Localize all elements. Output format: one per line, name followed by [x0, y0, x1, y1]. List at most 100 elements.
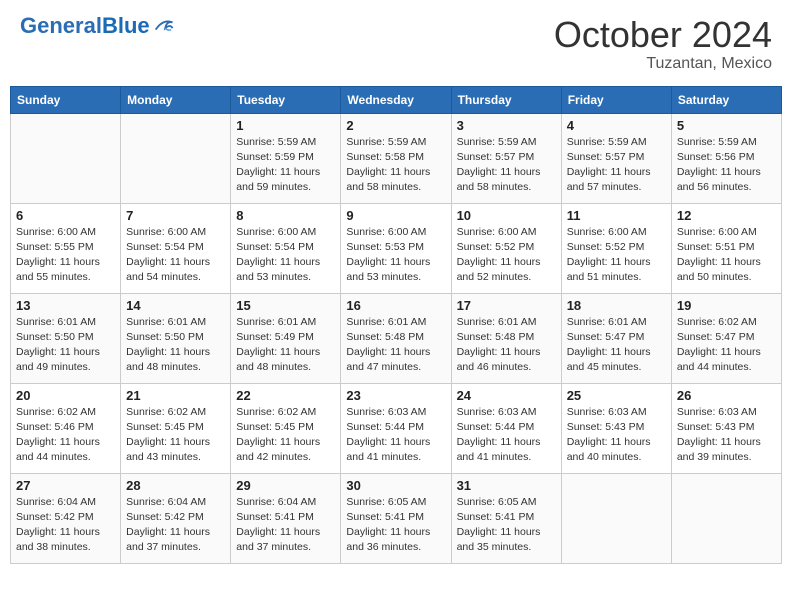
- day-info: Sunrise: 6:04 AMSunset: 5:42 PMDaylight:…: [126, 495, 225, 556]
- day-number: 18: [567, 298, 666, 313]
- day-number: 19: [677, 298, 776, 313]
- week-row-5: 27 Sunrise: 6:04 AMSunset: 5:42 PMDayligh…: [11, 473, 782, 563]
- day-info: Sunrise: 6:05 AMSunset: 5:41 PMDaylight:…: [346, 495, 445, 556]
- calendar-cell: 6 Sunrise: 6:00 AMSunset: 5:55 PMDaylight…: [11, 203, 121, 293]
- day-number: 20: [16, 388, 115, 403]
- day-header-thursday: Thursday: [451, 86, 561, 113]
- day-info: Sunrise: 6:01 AMSunset: 5:47 PMDaylight:…: [567, 315, 666, 376]
- day-number: 21: [126, 388, 225, 403]
- day-number: 10: [457, 208, 556, 223]
- day-info: Sunrise: 6:00 AMSunset: 5:51 PMDaylight:…: [677, 225, 776, 286]
- day-number: 9: [346, 208, 445, 223]
- day-number: 26: [677, 388, 776, 403]
- calendar-cell: 7 Sunrise: 6:00 AMSunset: 5:54 PMDaylight…: [121, 203, 231, 293]
- day-number: 31: [457, 478, 556, 493]
- day-number: 12: [677, 208, 776, 223]
- day-number: 29: [236, 478, 335, 493]
- day-number: 14: [126, 298, 225, 313]
- day-info: Sunrise: 6:01 AMSunset: 5:50 PMDaylight:…: [16, 315, 115, 376]
- calendar-cell: [671, 473, 781, 563]
- week-row-1: 1 Sunrise: 5:59 AMSunset: 5:59 PMDaylight…: [11, 113, 782, 203]
- day-number: 3: [457, 118, 556, 133]
- day-header-friday: Friday: [561, 86, 671, 113]
- day-number: 22: [236, 388, 335, 403]
- logo-blue: Blue: [102, 13, 150, 38]
- day-info: Sunrise: 6:02 AMSunset: 5:45 PMDaylight:…: [126, 405, 225, 466]
- day-info: Sunrise: 5:59 AMSunset: 5:56 PMDaylight:…: [677, 135, 776, 196]
- logo-general: General: [20, 13, 102, 38]
- day-header-sunday: Sunday: [11, 86, 121, 113]
- calendar-cell: [11, 113, 121, 203]
- calendar-cell: 14 Sunrise: 6:01 AMSunset: 5:50 PMDayligh…: [121, 293, 231, 383]
- day-info: Sunrise: 6:00 AMSunset: 5:52 PMDaylight:…: [457, 225, 556, 286]
- day-header-wednesday: Wednesday: [341, 86, 451, 113]
- calendar-cell: 23 Sunrise: 6:03 AMSunset: 5:44 PMDayligh…: [341, 383, 451, 473]
- day-info: Sunrise: 5:59 AMSunset: 5:59 PMDaylight:…: [236, 135, 335, 196]
- page-header: GeneralBlue October 2024 Tuzantan, Mexic…: [10, 10, 782, 78]
- days-header-row: SundayMondayTuesdayWednesdayThursdayFrid…: [11, 86, 782, 113]
- day-info: Sunrise: 6:03 AMSunset: 5:43 PMDaylight:…: [677, 405, 776, 466]
- day-info: Sunrise: 6:05 AMSunset: 5:41 PMDaylight:…: [457, 495, 556, 556]
- day-number: 13: [16, 298, 115, 313]
- calendar-cell: 10 Sunrise: 6:00 AMSunset: 5:52 PMDayligh…: [451, 203, 561, 293]
- day-header-saturday: Saturday: [671, 86, 781, 113]
- calendar-table: SundayMondayTuesdayWednesdayThursdayFrid…: [10, 86, 782, 564]
- day-number: 17: [457, 298, 556, 313]
- day-number: 7: [126, 208, 225, 223]
- day-number: 25: [567, 388, 666, 403]
- day-number: 16: [346, 298, 445, 313]
- calendar-cell: 17Sunrise: 6:01 AMSunset: 5:48 PMDayligh…: [451, 293, 561, 383]
- calendar-cell: 22Sunrise: 6:02 AMSunset: 5:45 PMDayligh…: [231, 383, 341, 473]
- calendar-cell: 16 Sunrise: 6:01 AMSunset: 5:48 PMDayligh…: [341, 293, 451, 383]
- day-info: Sunrise: 5:59 AMSunset: 5:57 PMDaylight:…: [567, 135, 666, 196]
- day-info: Sunrise: 6:00 AMSunset: 5:52 PMDaylight:…: [567, 225, 666, 286]
- calendar-cell: 27Sunrise: 6:04 AMSunset: 5:42 PMDayligh…: [11, 473, 121, 563]
- day-number: 1: [236, 118, 335, 133]
- week-row-2: 6 Sunrise: 6:00 AMSunset: 5:55 PMDaylight…: [11, 203, 782, 293]
- calendar-cell: 31 Sunrise: 6:05 AMSunset: 5:41 PMDayligh…: [451, 473, 561, 563]
- day-number: 24: [457, 388, 556, 403]
- month-title: October 2024: [554, 15, 772, 55]
- calendar-cell: 24 Sunrise: 6:03 AMSunset: 5:44 PMDayligh…: [451, 383, 561, 473]
- week-row-3: 13 Sunrise: 6:01 AMSunset: 5:50 PMDayligh…: [11, 293, 782, 383]
- week-row-4: 20Sunrise: 6:02 AMSunset: 5:46 PMDayligh…: [11, 383, 782, 473]
- calendar-cell: 1 Sunrise: 5:59 AMSunset: 5:59 PMDaylight…: [231, 113, 341, 203]
- day-number: 27: [16, 478, 115, 493]
- calendar-cell: 25 Sunrise: 6:03 AMSunset: 5:43 PMDayligh…: [561, 383, 671, 473]
- day-number: 30: [346, 478, 445, 493]
- location: Tuzantan, Mexico: [554, 55, 772, 73]
- calendar-cell: 9 Sunrise: 6:00 AMSunset: 5:53 PMDaylight…: [341, 203, 451, 293]
- day-info: Sunrise: 6:01 AMSunset: 5:50 PMDaylight:…: [126, 315, 225, 376]
- calendar-cell: 28 Sunrise: 6:04 AMSunset: 5:42 PMDayligh…: [121, 473, 231, 563]
- calendar-cell: 2Sunrise: 5:59 AMSunset: 5:58 PMDaylight…: [341, 113, 451, 203]
- day-number: 11: [567, 208, 666, 223]
- day-number: 8: [236, 208, 335, 223]
- day-info: Sunrise: 6:00 AMSunset: 5:55 PMDaylight:…: [16, 225, 115, 286]
- calendar-cell: 21 Sunrise: 6:02 AMSunset: 5:45 PMDayligh…: [121, 383, 231, 473]
- day-info: Sunrise: 6:03 AMSunset: 5:43 PMDaylight:…: [567, 405, 666, 466]
- day-number: 2: [346, 118, 445, 133]
- day-info: Sunrise: 6:03 AMSunset: 5:44 PMDaylight:…: [346, 405, 445, 466]
- day-number: 5: [677, 118, 776, 133]
- calendar-cell: [561, 473, 671, 563]
- day-number: 4: [567, 118, 666, 133]
- calendar-cell: 15Sunrise: 6:01 AMSunset: 5:49 PMDayligh…: [231, 293, 341, 383]
- day-info: Sunrise: 6:00 AMSunset: 5:54 PMDaylight:…: [126, 225, 225, 286]
- day-number: 6: [16, 208, 115, 223]
- calendar-cell: 11 Sunrise: 6:00 AMSunset: 5:52 PMDayligh…: [561, 203, 671, 293]
- calendar-cell: 3Sunrise: 5:59 AMSunset: 5:57 PMDaylight…: [451, 113, 561, 203]
- day-number: 28: [126, 478, 225, 493]
- day-number: 15: [236, 298, 335, 313]
- calendar-cell: 12 Sunrise: 6:00 AMSunset: 5:51 PMDayligh…: [671, 203, 781, 293]
- day-info: Sunrise: 6:00 AMSunset: 5:54 PMDaylight:…: [236, 225, 335, 286]
- calendar-cell: 18 Sunrise: 6:01 AMSunset: 5:47 PMDayligh…: [561, 293, 671, 383]
- day-info: Sunrise: 6:01 AMSunset: 5:48 PMDaylight:…: [346, 315, 445, 376]
- day-info: Sunrise: 6:00 AMSunset: 5:53 PMDaylight:…: [346, 225, 445, 286]
- day-info: Sunrise: 6:03 AMSunset: 5:44 PMDaylight:…: [457, 405, 556, 466]
- calendar-cell: 29Sunrise: 6:04 AMSunset: 5:41 PMDayligh…: [231, 473, 341, 563]
- day-info: Sunrise: 6:02 AMSunset: 5:47 PMDaylight:…: [677, 315, 776, 376]
- day-number: 23: [346, 388, 445, 403]
- logo-text: GeneralBlue: [20, 15, 150, 37]
- calendar-cell: 30 Sunrise: 6:05 AMSunset: 5:41 PMDayligh…: [341, 473, 451, 563]
- day-header-monday: Monday: [121, 86, 231, 113]
